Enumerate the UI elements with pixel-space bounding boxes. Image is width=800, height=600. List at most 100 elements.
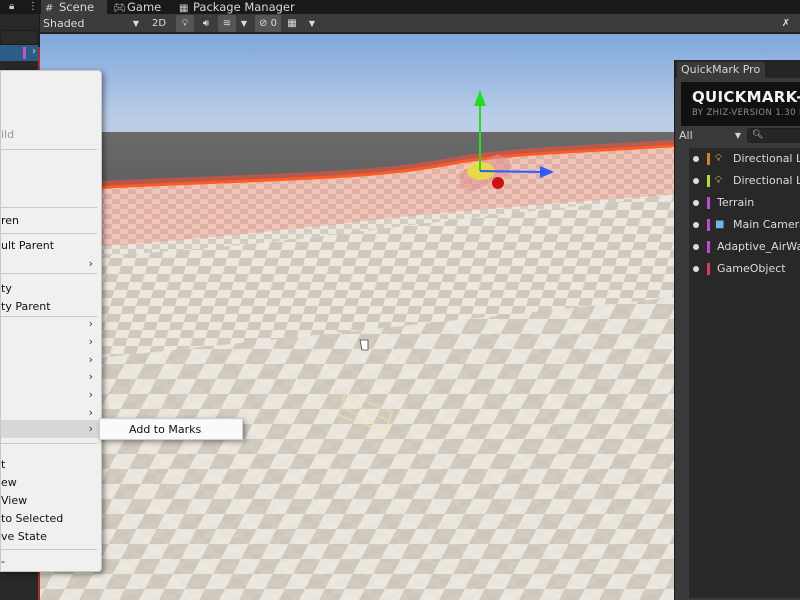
gizmos-dropdown-button[interactable]: ▼ <box>306 15 318 32</box>
quickmark-title: QUICKMARK-PR <box>692 88 800 106</box>
menu-item-submenu-1[interactable]: › <box>1 255 101 273</box>
visibility-dot-icon[interactable] <box>693 222 699 228</box>
menu-item-quickmark[interactable]: › <box>1 420 101 438</box>
list-item[interactable]: ■ Main Camera <box>689 214 800 236</box>
mark-color-bar <box>707 153 710 165</box>
menu-item-submenu-5[interactable]: › <box>1 368 101 386</box>
menu-item-select-prefab-root[interactable]: t <box>1 456 101 474</box>
tab-game[interactable]: 🎮︎Game <box>109 0 173 14</box>
list-item[interactable]: Adaptive_AirWall_S <box>689 236 800 258</box>
gizmo-z-axis[interactable] <box>479 170 543 173</box>
menu-item-set-entity-parent[interactable]: ty Parent <box>1 298 101 316</box>
editor-tab-bar: 🔒︎ ⋮ # Scene 🎮︎Game ▦ Package Manager <box>0 0 800 14</box>
list-item[interactable]: 💡︎ Directional Lig <box>689 170 800 192</box>
chevron-right-icon: › <box>88 353 93 366</box>
list-item[interactable]: 💡︎ Directional Lig <box>689 148 800 170</box>
effects-dropdown-button[interactable]: ▼ <box>238 15 250 32</box>
quickmark-version: BY ZHIZ-VERSION 1.30 PR <box>692 108 800 118</box>
light-bulb-icon: 💡︎ <box>181 18 189 29</box>
mark-color-bar <box>707 219 710 231</box>
visibility-dot-icon[interactable] <box>693 244 699 250</box>
menu-item-select-children[interactable]: ren <box>1 212 101 230</box>
chevron-right-icon: › <box>88 388 93 401</box>
effects-icon: ≋ <box>222 18 232 29</box>
quickmark-tab-strip: QuickMark Pro <box>675 60 800 78</box>
chevron-right-icon: › <box>88 317 93 330</box>
quickmark-filter-dropdown[interactable]: All ▼ <box>677 128 743 143</box>
chevron-right-icon: › <box>88 370 93 383</box>
menu-item-submenu-3[interactable]: › <box>1 333 101 351</box>
grid-icon: ▦ <box>287 18 297 29</box>
chevron-down-icon: ▼ <box>132 19 139 28</box>
menu-separator <box>1 149 97 150</box>
lock-icon[interactable]: 🔒︎ <box>9 0 14 14</box>
2d-toggle-button[interactable]: 2D <box>149 15 169 32</box>
menu-item-set-default-parent[interactable]: ult Parent <box>1 237 101 255</box>
menu-item-create-empty-child[interactable]: ild <box>1 126 101 144</box>
hierarchy-search-input[interactable] <box>0 30 38 45</box>
quickmark-tab[interactable]: QuickMark Pro <box>677 62 765 78</box>
scene-visibility-button[interactable]: ⊘ 0 <box>255 15 281 32</box>
menu-separator <box>1 549 97 550</box>
hidden-count: 0 <box>270 18 277 29</box>
menu-item-move-to-selected[interactable]: to Selected <box>1 510 101 528</box>
speaker-icon: 🔊︎ <box>202 18 210 29</box>
mark-color-bar <box>707 197 710 209</box>
menu-item-align-view[interactable]: View <box>1 492 101 510</box>
tools-button[interactable]: ✗ <box>776 15 796 32</box>
context-menu: ild ren ult Parent › ty ty Parent › › › … <box>0 70 102 572</box>
chevron-right-icon[interactable]: › <box>32 46 36 57</box>
list-item-label: Main Camera <box>733 218 800 231</box>
menu-item-properties[interactable]: - <box>1 553 101 571</box>
quickmark-list: 💡︎ Directional Lig 💡︎ Directional Lig Te… <box>689 148 800 598</box>
search-icon: 🔍︎ <box>752 130 764 140</box>
more-options-icon[interactable]: ⋮ <box>28 0 38 14</box>
tab-package-manager-label: Package Manager <box>193 0 295 14</box>
menu-item-save-state[interactable]: ve State <box>1 528 101 546</box>
tab-game-label: Game <box>127 0 162 14</box>
lighting-toggle-button[interactable]: 💡︎ <box>176 15 194 32</box>
chevron-down-icon: ▼ <box>308 19 316 28</box>
list-item-label: Terrain <box>717 196 755 209</box>
quickmark-header: QUICKMARK-PR BY ZHIZ-VERSION 1.30 PR <box>681 82 800 126</box>
gizmo-x-handle[interactable] <box>492 177 504 189</box>
camera-icon: ■ <box>715 219 725 230</box>
tab-scene-label: Scene <box>59 0 95 14</box>
shading-mode-label: Shaded <box>43 17 85 30</box>
list-item[interactable]: GameObject <box>689 258 800 280</box>
menu-separator <box>1 443 97 444</box>
effects-toggle-button[interactable]: ≋ <box>218 15 236 32</box>
menu-item-submenu-6[interactable]: › <box>1 386 101 404</box>
mark-color-bar <box>707 241 710 253</box>
add-to-marks-item[interactable]: Add to Marks <box>100 420 242 439</box>
menu-item-submenu-2[interactable]: › <box>1 315 101 333</box>
shading-mode-dropdown[interactable]: Shaded ▼ <box>43 15 143 32</box>
audio-toggle-button[interactable]: 🔊︎ <box>197 15 215 32</box>
tab-scene[interactable]: # Scene <box>41 0 107 14</box>
chevron-right-icon: › <box>88 422 93 435</box>
menu-item-submenu-4[interactable]: › <box>1 351 101 369</box>
menu-separator <box>1 273 97 274</box>
eye-slash-icon: ⊘ <box>259 18 268 29</box>
menu-separator <box>1 207 97 208</box>
quickmark-search-input[interactable]: 🔍︎ <box>747 128 800 143</box>
menu-item-select-entity[interactable]: ty <box>1 280 101 298</box>
menu-separator <box>1 233 97 234</box>
visibility-dot-icon[interactable] <box>693 200 699 206</box>
quickmark-panel: QuickMark Pro QUICKMARK-PR BY ZHIZ-VERSI… <box>674 60 800 600</box>
tab-package-manager[interactable]: ▦ Package Manager <box>175 0 295 14</box>
visibility-dot-icon[interactable] <box>693 178 699 184</box>
hierarchy-selected-row[interactable]: › <box>0 45 38 61</box>
scene-toolbar: Shaded ▼ 2D 💡︎ 🔊︎ ≋ ▼ ⊘ 0 ▦ ▼ ✗ <box>40 14 800 33</box>
light-bulb-icon: 💡︎ <box>715 153 722 164</box>
visibility-dot-icon[interactable] <box>693 266 699 272</box>
visibility-dot-icon[interactable] <box>693 156 699 162</box>
grid-toggle-button[interactable]: ▦ <box>285 15 299 32</box>
quickmark-submenu: Add to Marks <box>99 418 243 440</box>
list-item-label: GameObject <box>717 262 786 275</box>
list-item[interactable]: Terrain <box>689 192 800 214</box>
chevron-right-icon: › <box>88 335 93 348</box>
wrench-icon: ✗ <box>781 18 791 29</box>
menu-item-open-view[interactable]: ew <box>1 474 101 492</box>
list-item-label: Directional Lig <box>733 174 800 187</box>
